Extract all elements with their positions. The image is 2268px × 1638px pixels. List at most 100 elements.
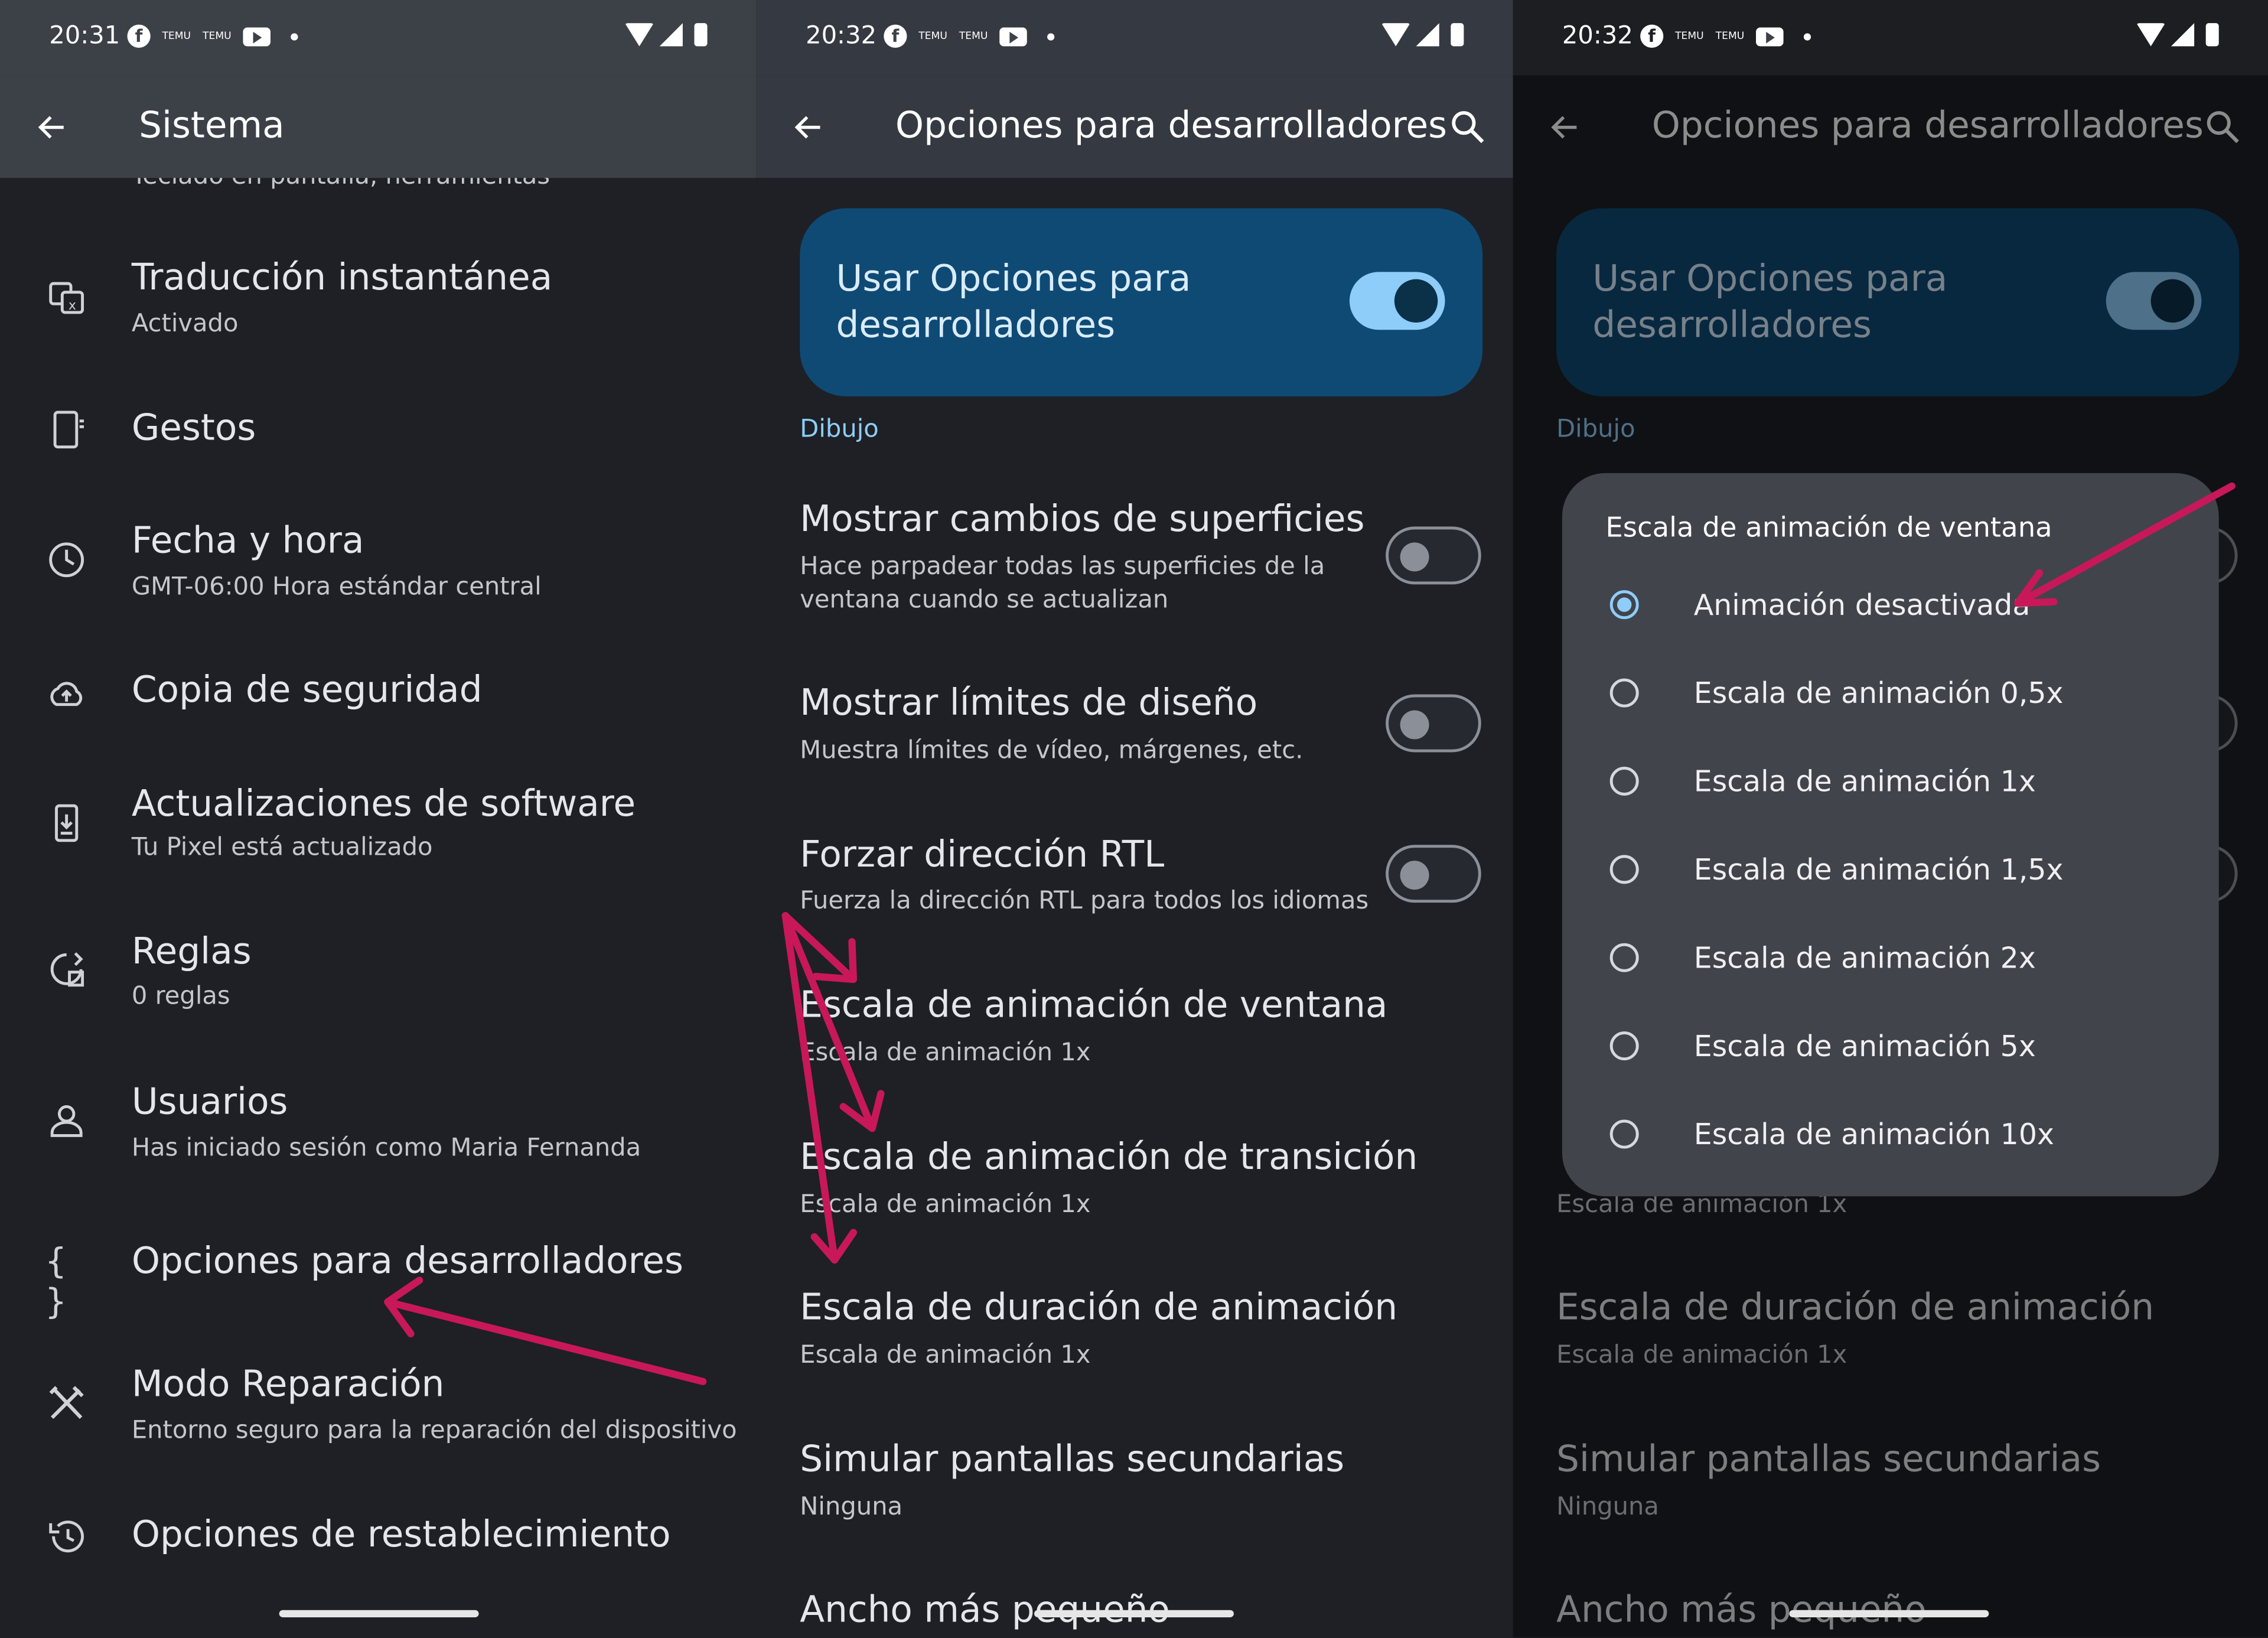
toggle-knob bbox=[1400, 542, 1429, 572]
temu-icon: TEMU bbox=[918, 30, 947, 43]
dialog-title: Escala de animación de ventana bbox=[1605, 512, 2052, 544]
toggle-switch[interactable] bbox=[1386, 845, 1481, 903]
youtube-icon bbox=[1756, 27, 1784, 46]
master-toggle-label: Usar Opciones para desarrolladores bbox=[836, 257, 1191, 346]
temu-icon: TEMU bbox=[959, 30, 988, 43]
item-title: Mostrar límites de diseño bbox=[800, 681, 1258, 724]
option-label: Escala de animación 1,5x bbox=[1693, 852, 2064, 887]
item-title: Escala de animación de transición bbox=[800, 1135, 1418, 1178]
temu-icon: TEMU bbox=[1675, 30, 1704, 43]
gesture-nav-handle[interactable] bbox=[279, 1610, 479, 1617]
setting-show-layout-bounds[interactable]: Mostrar límites de diseño Muestra límite… bbox=[757, 674, 1513, 790]
screenshot-composite: 20:31 f TEMU TEMU Teclado en pantalla, h… bbox=[0, 0, 2268, 1638]
settings-item-developer-options[interactable]: { } Opciones para desarrolladores bbox=[0, 1224, 757, 1323]
radio-unselected-icon[interactable] bbox=[1609, 1031, 1639, 1061]
gesture-nav-handle[interactable] bbox=[1789, 1610, 1989, 1617]
toggle-knob bbox=[1394, 279, 1438, 323]
radio-selected-icon[interactable] bbox=[1609, 590, 1639, 620]
toggle-switch[interactable] bbox=[1386, 694, 1481, 753]
settings-item-reset-options[interactable]: Opciones de restablecimiento bbox=[0, 1497, 757, 1584]
settings-item-date-time[interactable]: Fecha y hora GMT-06:00 Hora estándar cen… bbox=[0, 506, 757, 622]
rules-icon bbox=[50, 952, 84, 987]
svg-text:x: x bbox=[69, 298, 76, 313]
setting-simulate-secondary-displays[interactable]: Simular pantallas secundarias Ninguna bbox=[757, 1431, 1513, 1546]
toggle-switch[interactable] bbox=[1386, 526, 1481, 585]
animation-scale-dialog: Escala de animación de ventana Animación… bbox=[1562, 473, 2219, 1197]
wifi-icon bbox=[2136, 23, 2166, 47]
settings-item-translate[interactable]: x Traducción instantánea Activado bbox=[0, 243, 757, 359]
item-title: Copia de seguridad bbox=[131, 668, 483, 711]
search-icon[interactable] bbox=[1449, 109, 1487, 146]
item-subtitle: GMT-06:00 Hora estándar central bbox=[131, 572, 542, 602]
radio-unselected-icon[interactable] bbox=[1609, 1119, 1639, 1149]
settings-item-gestures[interactable]: Gestos bbox=[0, 390, 757, 477]
setting-window-animation-scale[interactable]: Escala de animación de ventana Escala de… bbox=[757, 978, 1513, 1094]
item-title: Opciones de restablecimiento bbox=[131, 1513, 671, 1555]
top-app-bar: Sistema bbox=[0, 75, 757, 178]
item-title: Opciones para desarrolladores bbox=[131, 1239, 683, 1282]
system-icons bbox=[2136, 23, 2219, 47]
option-label: Escala de animación 0,5x bbox=[1693, 675, 2064, 711]
setting-animator-duration-scale[interactable]: Escala de duración de animación Escala d… bbox=[757, 1280, 1513, 1396]
panel-system-settings: 20:31 f TEMU TEMU Teclado en pantalla, h… bbox=[0, 0, 757, 1638]
radio-option[interactable]: Escala de animación 10x bbox=[1562, 1099, 2219, 1174]
wifi-icon bbox=[1381, 23, 1410, 47]
more-notifications-dot-icon bbox=[1803, 32, 1811, 40]
scroll-list[interactable]: Teclado en pantalla, herramientas x Trad… bbox=[0, 0, 757, 1637]
item-subtitle: Activado bbox=[131, 310, 239, 339]
item-title: Modo Reparación bbox=[131, 1362, 445, 1405]
item-subtitle: Hace parpadear todas las superficies de … bbox=[800, 552, 1325, 615]
radio-unselected-icon[interactable] bbox=[1609, 766, 1639, 796]
settings-item-repair-mode[interactable]: Modo Reparación Entorno seguro para la r… bbox=[0, 1350, 757, 1466]
radio-option[interactable]: Animación desactivada bbox=[1562, 570, 2219, 645]
setting-transition-animation-scale[interactable]: Escala de animación de transición Escala… bbox=[757, 1128, 1513, 1244]
radio-option[interactable]: Escala de animación 5x bbox=[1562, 1011, 2219, 1086]
radio-option[interactable]: Escala de animación 0,5x bbox=[1562, 658, 2219, 733]
battery-icon bbox=[2205, 23, 2219, 47]
settings-item-users[interactable]: Usuarios Has iniciado sesión como Maria … bbox=[0, 1067, 757, 1183]
status-bar: 20:32 f TEMU TEMU bbox=[1513, 0, 2268, 76]
settings-item-rules[interactable]: Reglas 0 reglas bbox=[0, 916, 757, 1031]
translate-icon: x bbox=[49, 282, 84, 314]
radio-option[interactable]: Escala de animación 2x bbox=[1562, 923, 2219, 998]
facebook-icon: f bbox=[1640, 24, 1664, 48]
youtube-icon bbox=[999, 27, 1027, 46]
page-title: Opciones para desarrolladores bbox=[895, 104, 1448, 146]
item-title: Escala de duración de animación bbox=[800, 1286, 1398, 1328]
item-subtitle: Fuerza la dirección RTL para todos los i… bbox=[800, 887, 1369, 916]
settings-item-software-update[interactable]: Actualizaciones de software Tu Pixel est… bbox=[0, 770, 757, 885]
item-title: Gestos bbox=[131, 406, 256, 449]
signal-icon bbox=[1416, 23, 1439, 47]
item-subtitle: Ninguna bbox=[800, 1493, 903, 1522]
radio-unselected-icon[interactable] bbox=[1609, 855, 1639, 884]
radio-unselected-icon[interactable] bbox=[1609, 678, 1639, 708]
back-arrow-icon[interactable] bbox=[35, 110, 70, 145]
system-update-icon bbox=[55, 804, 79, 842]
notification-icons: f TEMU TEMU bbox=[884, 24, 1055, 48]
back-arrow-icon[interactable] bbox=[791, 110, 826, 145]
code-braces-icon: { } bbox=[44, 1241, 70, 1323]
settings-item-backup[interactable]: Copia de seguridad bbox=[0, 654, 757, 741]
temu-icon: TEMU bbox=[1715, 30, 1745, 43]
master-toggle-switch[interactable] bbox=[1349, 272, 1445, 330]
radio-option[interactable]: Escala de animación 1,5x bbox=[1562, 835, 2219, 910]
setting-force-rtl[interactable]: Forzar dirección RTL Fuerza la dirección… bbox=[757, 826, 1513, 942]
setting-show-surface-updates[interactable]: Mostrar cambios de superficies Hace parp… bbox=[757, 492, 1513, 637]
panel-developer-options: 20:32 f TEMU TEMU Opciones para desarrol… bbox=[756, 0, 1513, 1638]
item-subtitle: Escala de animación 1x bbox=[800, 1038, 1091, 1068]
item-title: Traducción instantánea bbox=[131, 256, 553, 298]
developer-options-master-card[interactable]: Usar Opciones para desarrolladores bbox=[800, 208, 1483, 397]
item-subtitle: Escala de animación 1x bbox=[800, 1341, 1091, 1370]
facebook-icon: f bbox=[884, 24, 907, 48]
repair-tools-icon bbox=[49, 1386, 84, 1419]
item-title: Fecha y hora bbox=[131, 519, 364, 562]
item-title: Usuarios bbox=[131, 1080, 288, 1123]
radio-option[interactable]: Escala de animación 1x bbox=[1562, 747, 2219, 822]
person-icon bbox=[50, 1105, 83, 1137]
item-title: Reglas bbox=[131, 930, 252, 972]
gesture-nav-handle[interactable] bbox=[1034, 1610, 1234, 1617]
status-bar: 20:32 f TEMU TEMU bbox=[756, 0, 1513, 76]
item-title: Actualizaciones de software bbox=[131, 782, 636, 825]
radio-unselected-icon[interactable] bbox=[1609, 943, 1639, 972]
item-subtitle: Entorno seguro para la reparación del di… bbox=[131, 1416, 737, 1445]
